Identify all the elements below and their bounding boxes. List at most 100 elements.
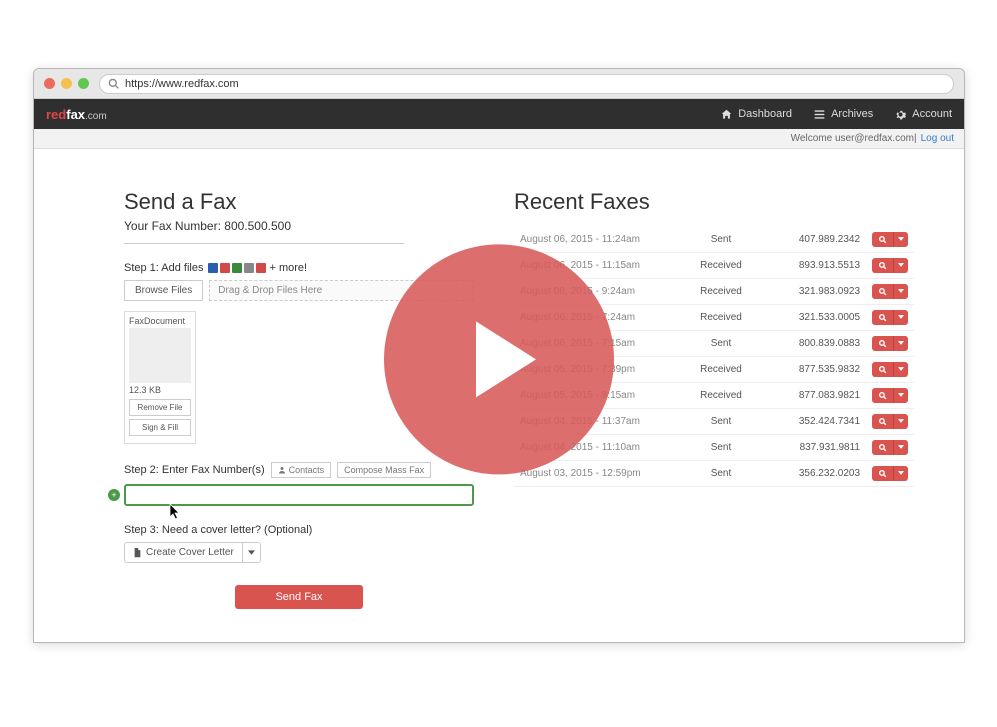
fax-phone: 321.533.0005 [766,305,866,331]
send-fax-button[interactable]: Send Fax [235,585,362,609]
fax-phone: 321.983.0923 [766,279,866,305]
step3-label: Step 3: Need a cover letter? (Optional) [124,524,474,536]
remove-file-button[interactable]: Remove File [129,399,191,416]
list-icon [814,109,825,120]
contacts-button[interactable]: Contacts [271,462,332,478]
minimize-window-button[interactable] [61,78,72,89]
compose-mass-fax-button[interactable]: Compose Mass Fax [337,462,431,478]
cover-letter-button-group: Create Cover Letter [124,542,261,563]
fax-action-dropdown[interactable] [893,414,908,429]
fax-phone: 407.989.2342 [766,227,866,253]
fax-status: Sent [676,435,766,461]
word-icon [208,263,218,273]
attached-file: FaxDocument 12.3 KB Remove File Sign & F… [124,311,196,444]
page-title: Send a Fax [124,189,474,215]
magnify-icon [878,391,887,400]
logo[interactable]: redfax.com [46,107,107,122]
view-fax-button[interactable] [872,284,893,299]
fax-status: Received [676,383,766,409]
fax-status: Received [676,279,766,305]
play-video-button[interactable] [384,244,614,474]
fax-status: Sent [676,227,766,253]
magnify-icon [878,287,887,296]
magnify-icon [878,313,887,322]
table-row: August 03, 2015 - 12:59pmSent356.232.020… [514,461,914,487]
fax-status: Received [676,305,766,331]
nav-dashboard[interactable]: Dashboard [721,108,792,120]
fax-action-dropdown[interactable] [893,284,908,299]
home-icon [721,109,732,120]
caret-down-icon [898,263,904,267]
url-bar[interactable]: https://www.redfax.com [99,74,954,94]
add-number-button[interactable]: + [108,489,120,501]
fax-phone: 837.931.9811 [766,435,866,461]
view-fax-button[interactable] [872,258,893,273]
nav-account[interactable]: Account [895,108,952,120]
create-cover-letter-button[interactable]: Create Cover Letter [125,543,242,562]
document-icon [133,548,142,558]
view-fax-button[interactable] [872,336,893,351]
fax-action-dropdown[interactable] [893,310,908,325]
view-fax-button[interactable] [872,440,893,455]
fax-action-dropdown[interactable] [893,232,908,247]
caret-down-icon [898,393,904,397]
cover-letter-dropdown[interactable] [242,543,260,562]
search-icon [108,78,119,89]
fax-status: Sent [676,409,766,435]
caret-down-icon [898,289,904,293]
close-window-button[interactable] [44,78,55,89]
magnify-icon [878,365,887,374]
maximize-window-button[interactable] [78,78,89,89]
file-thumbnail [129,328,191,383]
fax-action-dropdown[interactable] [893,440,908,455]
table-row: August 06, 2015 - 11:24amSent407.989.234… [514,227,914,253]
gear-icon [895,109,906,120]
user-icon [278,466,286,474]
logout-link[interactable]: Log out [921,133,954,144]
file-size: 12.3 KB [129,385,191,395]
view-fax-button[interactable] [872,232,893,247]
fax-phone: 893.913.5513 [766,253,866,279]
fax-number-input[interactable] [124,484,474,506]
caret-down-icon [248,550,255,555]
sign-fill-button[interactable]: Sign & Fill [129,419,191,436]
traffic-lights [44,78,89,89]
fax-action-dropdown[interactable] [893,336,908,351]
caret-down-icon [898,445,904,449]
sub-header: Welcome user@redfax.com | Log out [34,129,964,149]
fax-phone: 877.535.9832 [766,357,866,383]
fax-action-dropdown[interactable] [893,388,908,403]
nav-archives[interactable]: Archives [814,108,873,120]
fax-action-dropdown[interactable] [893,258,908,273]
fax-phone: 356.232.0203 [766,461,866,487]
excel-icon [232,263,242,273]
view-fax-button[interactable] [872,310,893,325]
fax-status: Received [676,357,766,383]
browser-chrome: https://www.redfax.com [34,69,964,99]
welcome-text: Welcome user@redfax.com [791,133,914,144]
fax-phone: 352.424.7341 [766,409,866,435]
magnify-icon [878,235,887,244]
browse-files-button[interactable]: Browse Files [124,280,203,301]
url-text: https://www.redfax.com [125,78,239,90]
fax-date: August 06, 2015 - 11:24am [514,227,676,253]
view-fax-button[interactable] [872,466,893,481]
step2-label: Step 2: Enter Fax Number(s) [124,464,265,476]
magnify-icon [878,443,887,452]
caret-down-icon [898,419,904,423]
magnify-icon [878,339,887,348]
fax-status: Sent [676,331,766,357]
fax-status: Sent [676,461,766,487]
text-icon [244,263,254,273]
caret-down-icon [898,471,904,475]
file-name: FaxDocument [129,316,191,326]
view-fax-button[interactable] [872,388,893,403]
caret-down-icon [898,367,904,371]
caret-down-icon [898,237,904,241]
fax-phone: 877.083.9821 [766,383,866,409]
image-icon [256,263,266,273]
view-fax-button[interactable] [872,414,893,429]
fax-action-dropdown[interactable] [893,362,908,377]
fax-action-dropdown[interactable] [893,466,908,481]
view-fax-button[interactable] [872,362,893,377]
